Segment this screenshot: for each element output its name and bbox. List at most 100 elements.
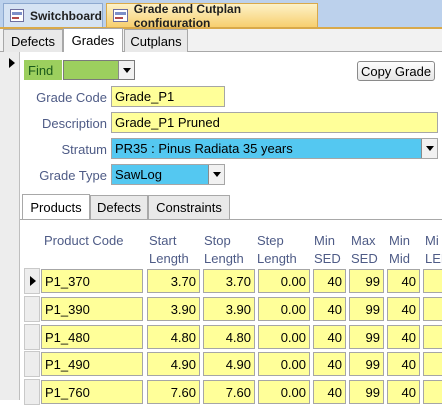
grid-cell[interactable]: 40 — [313, 325, 346, 349]
column-header-stop-length[interactable]: Stop Length — [204, 232, 256, 268]
current-row-arrow-icon — [30, 276, 36, 286]
grid-cell[interactable]: 40 — [313, 380, 346, 404]
tab-label: Defects — [96, 200, 142, 215]
stratum-value: PR35 : Pinus Radiata 35 years — [115, 141, 293, 156]
chevron-down-icon[interactable] — [421, 139, 437, 158]
grid-cell[interactable]: 3.70 — [147, 269, 200, 293]
grid-cell[interactable]: 7.60 — [147, 380, 200, 404]
grid-cell[interactable]: 0.00 — [258, 380, 310, 404]
grade-code-field[interactable]: Grade_P1 — [111, 86, 225, 107]
grade-code-label: Grade Code — [36, 89, 107, 105]
copy-grade-button[interactable]: Copy Grade — [357, 61, 435, 81]
grid-cell[interactable]: 0.00 — [258, 297, 310, 321]
header-line: Mid — [389, 251, 410, 266]
current-record-arrow-icon — [9, 58, 15, 68]
grid-cell-min-led[interactable] — [423, 297, 442, 321]
header-line: SED — [351, 251, 378, 266]
grid-cell[interactable]: 99 — [349, 352, 384, 376]
grid-cell[interactable]: 4.80 — [147, 325, 200, 349]
grid-cell[interactable]: 40 — [387, 325, 420, 349]
subtab-constraints[interactable]: Constraints — [148, 195, 230, 219]
grid-cell[interactable]: 3.90 — [203, 297, 255, 321]
grid-cell[interactable]: 40 — [313, 297, 346, 321]
header-line: Step — [257, 233, 284, 248]
column-header-min-led[interactable]: Mi LED — [425, 232, 442, 268]
grid-cell-min-led[interactable] — [423, 269, 442, 293]
grid-cell[interactable]: P1_480 — [41, 325, 143, 349]
grid-cell-min-led[interactable] — [423, 352, 442, 376]
tab-label: Defects — [10, 33, 56, 49]
doc-tab-grade-cutplan[interactable]: Grade and Cutplan configuration — [106, 1, 318, 30]
tab-label: Cutplans — [130, 33, 182, 49]
grid-cell[interactable]: 99 — [349, 380, 384, 404]
grid-cell[interactable]: 40 — [387, 380, 420, 404]
grid-cell[interactable]: P1_370 — [41, 269, 143, 293]
stratum-combo[interactable]: PR35 : Pinus Radiata 35 years — [111, 138, 438, 159]
grid-cell[interactable]: 99 — [349, 269, 384, 293]
grid-cell[interactable]: 99 — [349, 297, 384, 321]
grid-cell[interactable]: 40 — [313, 352, 346, 376]
column-header-min-sed[interactable]: Min SED — [314, 232, 348, 268]
header-line: Length — [204, 251, 244, 266]
row-selector[interactable] — [24, 296, 40, 322]
grid-cell[interactable]: 0.00 — [258, 352, 310, 376]
header-line: Length — [149, 251, 189, 266]
subform-tab-line — [20, 219, 442, 220]
grid-cell[interactable]: 7.60 — [203, 380, 255, 404]
tab-grades[interactable]: Grades — [63, 28, 123, 52]
header-line: SED — [314, 251, 341, 266]
row-selector[interactable] — [24, 351, 40, 377]
grid-cell[interactable]: 4.80 — [203, 325, 255, 349]
grid-cell[interactable]: P1_760 — [41, 380, 143, 404]
column-header-min-mid[interactable]: Min Mid — [389, 232, 423, 268]
grid-cell[interactable]: 4.90 — [203, 352, 255, 376]
tab-label: Grades — [71, 33, 115, 48]
header-line: Length — [257, 251, 297, 266]
grid-cell[interactable]: 40 — [387, 297, 420, 321]
grade-type-value: SawLog — [115, 167, 162, 182]
header-line: Product Code — [44, 233, 124, 248]
grid-cell-min-led[interactable] — [423, 380, 442, 404]
column-header-start-length[interactable]: Start Length — [149, 232, 201, 268]
doc-tab-switchboard[interactable]: Switchboard — [3, 3, 103, 27]
grid-cell[interactable]: P1_490 — [41, 352, 143, 376]
grid-cell[interactable]: 4.90 — [147, 352, 200, 376]
chevron-down-icon[interactable] — [208, 165, 224, 184]
chevron-down-icon[interactable] — [118, 61, 134, 79]
description-field[interactable]: Grade_P1 Pruned — [111, 112, 438, 133]
subtab-products[interactable]: Products — [22, 194, 90, 219]
row-selector[interactable] — [24, 379, 40, 405]
grid-cell-min-led[interactable] — [423, 325, 442, 349]
grade-type-label: Grade Type — [39, 167, 107, 183]
form-icon — [113, 9, 128, 22]
header-line: Start — [149, 233, 177, 248]
column-header-step-length[interactable]: Step Length — [257, 232, 309, 268]
grid-cell[interactable]: 40 — [387, 269, 420, 293]
grid-cell[interactable]: P1_390 — [41, 297, 143, 321]
header-line: Min — [314, 233, 335, 248]
column-header-product-code[interactable]: Product Code — [44, 232, 148, 250]
grid-cell[interactable]: 3.70 — [203, 269, 255, 293]
tab-defects[interactable]: Defects — [3, 29, 63, 52]
header-line: LED — [425, 251, 442, 266]
doc-tab-label: Grade and Cutplan configuration — [133, 1, 242, 30]
doc-tab-label: Switchboard — [29, 8, 102, 23]
subtab-defects[interactable]: Defects — [90, 195, 148, 219]
row-selector[interactable] — [24, 268, 40, 294]
record-selector[interactable] — [0, 52, 20, 400]
grade-type-combo[interactable]: SawLog — [111, 164, 225, 185]
grid-cell[interactable]: 40 — [387, 352, 420, 376]
find-label: Find — [24, 60, 62, 80]
grid-cell[interactable]: 99 — [349, 325, 384, 349]
tab-label: Constraints — [156, 200, 222, 215]
tab-cutplans[interactable]: Cutplans — [124, 29, 188, 52]
find-combo[interactable] — [63, 60, 135, 80]
header-line: Min — [389, 233, 410, 248]
grid-cell[interactable]: 0.00 — [258, 269, 310, 293]
grid-cell[interactable]: 40 — [313, 269, 346, 293]
row-selector[interactable] — [24, 324, 40, 350]
grid-cell[interactable]: 3.90 — [147, 297, 200, 321]
grid-cell[interactable]: 0.00 — [258, 325, 310, 349]
header-line: Mi — [425, 233, 439, 248]
column-header-max-sed[interactable]: Max SED — [351, 232, 385, 268]
